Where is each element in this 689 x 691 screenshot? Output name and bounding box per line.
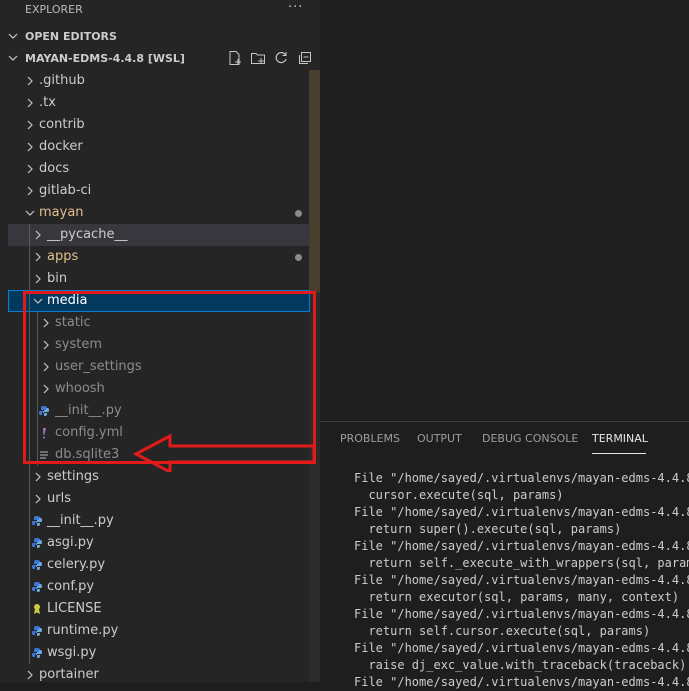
tree-file-row[interactable]: asgi.py: [0, 532, 310, 554]
chevron-right-icon: [35, 274, 41, 284]
terminal-line: return super().execute(sql, params): [354, 522, 622, 536]
chevron-down-icon: [8, 55, 18, 61]
tree-item-label: contrib: [39, 117, 85, 132]
tree-folder-row[interactable]: gitlab-ci: [0, 180, 310, 202]
tree-item-label: conf.py: [47, 579, 95, 594]
terminal-line: File "/home/sayed/.virtualenvs/mayan-edm…: [354, 675, 689, 689]
tree-item-label: .tx: [39, 95, 56, 110]
terminal-line: return executor(sql, params, many, conte…: [354, 590, 680, 604]
tree-folder-row[interactable]: .tx: [0, 92, 310, 114]
python-icon: [32, 648, 42, 658]
chevron-right-icon: [27, 98, 33, 108]
editor-area: [320, 0, 689, 421]
terminal-line: File "/home/sayed/.virtualenvs/mayan-edm…: [354, 539, 689, 553]
chevron-right-icon: [35, 252, 41, 262]
chevron-right-icon: [27, 186, 33, 196]
tree-file-row[interactable]: runtime.py: [0, 620, 310, 642]
terminal-line: File "/home/sayed/.virtualenvs/mayan-edm…: [354, 641, 689, 655]
python-icon: [32, 582, 42, 592]
section-open-editors[interactable]: OPEN EDITORS: [0, 26, 320, 48]
tree-item-label: mayan: [39, 205, 84, 220]
tree-folder-row[interactable]: contrib: [0, 114, 310, 136]
tree-folder-row[interactable]: portainer: [0, 664, 310, 682]
tree-item-label: .github: [39, 73, 85, 88]
active-tab-indicator: [592, 453, 646, 454]
more-actions-icon[interactable]: ···: [288, 0, 303, 15]
terminal-line: File "/home/sayed/.virtualenvs/mayan-edm…: [354, 607, 689, 621]
tree-file-row[interactable]: celery.py: [0, 554, 310, 576]
license-icon: [34, 604, 40, 614]
terminal-line: File "/home/sayed/.virtualenvs/mayan-edm…: [354, 471, 689, 485]
annotation-arrow-icon: [132, 433, 316, 472]
tree-folder-row[interactable]: __pycache__: [8, 224, 310, 246]
terminal-line: return self._execute_with_wrappers(sql, …: [354, 556, 689, 570]
tab-problems[interactable]: PROBLEMS: [340, 432, 400, 445]
tree-item-label: apps: [47, 249, 79, 264]
tree-folder-row[interactable]: apps: [0, 246, 310, 268]
chevron-down-icon: [25, 210, 35, 216]
tree-item-label: bin: [47, 271, 68, 286]
tree-item-label: wsgi.py: [47, 645, 97, 660]
tree-item-label: settings: [47, 469, 99, 484]
tab-terminal[interactable]: TERMINAL: [592, 432, 648, 445]
section-workspace[interactable]: MAYAN-EDMS-4.4.8 [WSL]: [0, 48, 320, 70]
tab-output[interactable]: OUTPUT: [417, 432, 462, 445]
bottom-panel: PROBLEMS OUTPUT DEBUG CONSOLE TERMINAL F…: [320, 421, 689, 689]
chevron-right-icon: [27, 670, 33, 680]
chevron-right-icon: [35, 230, 41, 240]
refresh-icon[interactable]: [273, 50, 289, 66]
collapse-all-icon[interactable]: [297, 50, 313, 66]
tree-item-label: asgi.py: [47, 535, 94, 550]
terminal-line: File "/home/sayed/.virtualenvs/mayan-edm…: [354, 573, 689, 587]
tree-item-label: urls: [47, 491, 71, 506]
tree-file-row[interactable]: __init__.py: [0, 510, 310, 532]
terminal-line: return self.cursor.execute(sql, params): [354, 624, 651, 638]
tree-item-label: docker: [39, 139, 83, 154]
explorer-sidebar: EXPLORER ··· OPEN EDITORS MAYAN-EDMS-4.4…: [0, 0, 320, 682]
tree-folder-row[interactable]: bin: [0, 268, 310, 290]
chevron-right-icon: [27, 120, 33, 130]
python-icon: [32, 538, 42, 548]
new-file-icon[interactable]: [227, 50, 243, 66]
terminal-line: cursor.execute(sql, params): [354, 488, 564, 502]
chevron-right-icon: [27, 164, 33, 174]
terminal-line: raise dj_exc_value.with_traceback(traceb…: [354, 658, 689, 672]
explorer-titlebar: EXPLORER ···: [0, 0, 320, 22]
tree-file-row[interactable]: LICENSE: [0, 598, 310, 620]
tree-item-label: celery.py: [47, 557, 106, 572]
chevron-right-icon: [35, 494, 41, 504]
tree-item-label: LICENSE: [47, 601, 102, 616]
tree-file-row[interactable]: wsgi.py: [0, 642, 310, 664]
modified-dot-icon: [295, 210, 302, 217]
chevron-right-icon: [27, 142, 33, 152]
section-workspace-label: MAYAN-EDMS-4.4.8 [WSL]: [25, 52, 185, 65]
tree-folder-row[interactable]: urls: [0, 488, 310, 510]
tab-debug-console[interactable]: DEBUG CONSOLE: [482, 432, 578, 445]
chevron-right-icon: [35, 472, 41, 482]
tree-item-label: gitlab-ci: [39, 183, 92, 198]
tree-item-label: __pycache__: [47, 227, 128, 242]
terminal-output[interactable]: File "/home/sayed/.virtualenvs/mayan-edm…: [354, 470, 689, 691]
tree-folder-row[interactable]: docs: [0, 158, 310, 180]
terminal-line: File "/home/sayed/.virtualenvs/mayan-edm…: [354, 505, 689, 519]
section-open-editors-label: OPEN EDITORS: [25, 30, 117, 43]
tree-folder-row[interactable]: mayan: [0, 202, 310, 224]
tree-item-label: __init__.py: [47, 513, 114, 528]
new-folder-icon[interactable]: [250, 50, 266, 66]
explorer-title: EXPLORER: [25, 3, 83, 16]
modified-dot-icon: [295, 254, 302, 261]
tree-folder-row[interactable]: docker: [0, 136, 310, 158]
python-icon: [32, 560, 42, 570]
chevron-down-icon: [8, 33, 18, 39]
tree-item-label: runtime.py: [47, 623, 119, 638]
tree-item-label: docs: [39, 161, 70, 176]
chevron-right-icon: [27, 76, 33, 86]
tree-item-label: portainer: [39, 667, 99, 682]
python-icon: [32, 516, 42, 526]
tree-folder-row[interactable]: .github: [0, 70, 310, 92]
sidebar-scrollbar-thumb[interactable]: [309, 70, 320, 292]
python-icon: [32, 626, 42, 636]
tree-file-row[interactable]: conf.py: [0, 576, 310, 598]
